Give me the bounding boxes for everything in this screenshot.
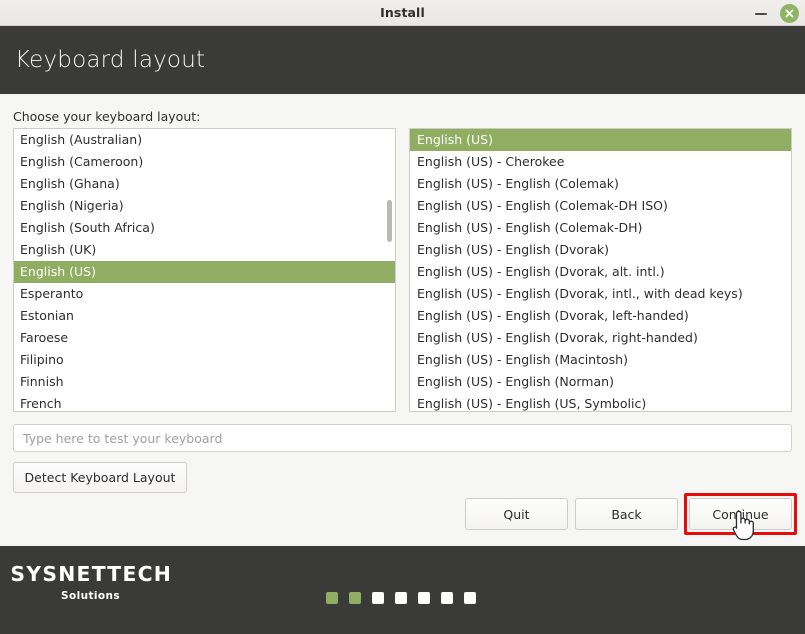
window-title: Install	[380, 5, 425, 20]
list-item[interactable]: Filipino	[14, 349, 395, 371]
prompt-label: Choose your keyboard layout:	[13, 109, 201, 124]
page-title: Keyboard layout	[15, 47, 206, 73]
minimize-icon[interactable]	[752, 4, 770, 22]
list-item[interactable]: English (US) - English (Macintosh)	[410, 349, 791, 371]
list-item[interactable]: English (US) - Cherokee	[410, 151, 791, 173]
language-list-items: English (Australian) English (Cameroon) En…	[14, 129, 395, 411]
list-item[interactable]: English (US) - English (US, Symbolic)	[410, 393, 791, 411]
back-button[interactable]: Back	[575, 498, 678, 530]
list-item[interactable]: Estonian	[14, 305, 395, 327]
list-item[interactable]: English (Australian)	[14, 129, 395, 151]
progress-dot	[395, 592, 407, 604]
language-list-scrollbar-thumb[interactable]	[387, 200, 392, 242]
progress-dot	[372, 592, 384, 604]
logo-title: SYSNETTECH	[10, 562, 173, 586]
progress-dot	[464, 592, 476, 604]
content-area: Choose your keyboard layout: English (Au…	[0, 94, 805, 546]
close-icon	[785, 9, 794, 17]
list-item[interactable]: English (US) - English (Dvorak, intl., w…	[410, 283, 791, 305]
progress-dot	[349, 592, 361, 604]
language-list-scrollbar[interactable]	[385, 130, 394, 411]
list-item[interactable]: English (South Africa)	[14, 217, 395, 239]
list-item[interactable]: English (US)	[14, 261, 395, 283]
progress-dots	[326, 592, 476, 604]
list-item[interactable]: Faroese	[14, 327, 395, 349]
progress-dot	[441, 592, 453, 604]
list-item[interactable]: English (US) - English (Norman)	[410, 371, 791, 393]
keyboard-test-input[interactable]	[13, 424, 792, 452]
list-item[interactable]: Finnish	[14, 371, 395, 393]
variant-list-items: English (US) English (US) - Cherokee Engli…	[410, 129, 791, 411]
list-item[interactable]: English (Ghana)	[14, 173, 395, 195]
detect-keyboard-layout-button[interactable]: Detect Keyboard Layout	[13, 462, 187, 493]
continue-button[interactable]: Continue	[689, 498, 792, 530]
list-item[interactable]: English (Nigeria)	[14, 195, 395, 217]
list-item[interactable]: English (US) - English (Dvorak, left-han…	[410, 305, 791, 327]
sysnettech-logo: SYSNETTECH Solutions	[8, 554, 198, 626]
list-item[interactable]: English (US) - English (Colemak)	[410, 173, 791, 195]
list-item[interactable]: English (UK)	[14, 239, 395, 261]
list-item[interactable]: French	[14, 393, 395, 411]
list-item[interactable]: English (US) - English (Colemak-DH ISO)	[410, 195, 791, 217]
language-list[interactable]: English (Australian) English (Cameroon) En…	[13, 128, 396, 412]
list-item[interactable]: English (US) - English (Dvorak)	[410, 239, 791, 261]
titlebar: Install	[0, 0, 805, 26]
quit-button[interactable]: Quit	[465, 498, 568, 530]
footer: SYSNETTECH Solutions	[0, 546, 805, 634]
list-item[interactable]: English (US)	[410, 129, 791, 151]
list-item[interactable]: English (Cameroon)	[14, 151, 395, 173]
list-item[interactable]: English (US) - English (Dvorak, right-ha…	[410, 327, 791, 349]
list-item[interactable]: English (US) - English (Dvorak, alt. int…	[410, 261, 791, 283]
install-window: Install Keyboard layout Choose your keyb…	[0, 0, 805, 634]
progress-dot	[326, 592, 338, 604]
variant-list[interactable]: English (US) English (US) - Cherokee Engli…	[409, 128, 792, 412]
progress-dot	[418, 592, 430, 604]
list-item[interactable]: Esperanto	[14, 283, 395, 305]
close-button[interactable]	[780, 3, 799, 23]
list-item[interactable]: English (US) - English (Colemak-DH)	[410, 217, 791, 239]
logo-subtitle: Solutions	[61, 590, 121, 602]
page-header: Keyboard layout	[0, 26, 805, 94]
window-controls	[752, 0, 799, 26]
